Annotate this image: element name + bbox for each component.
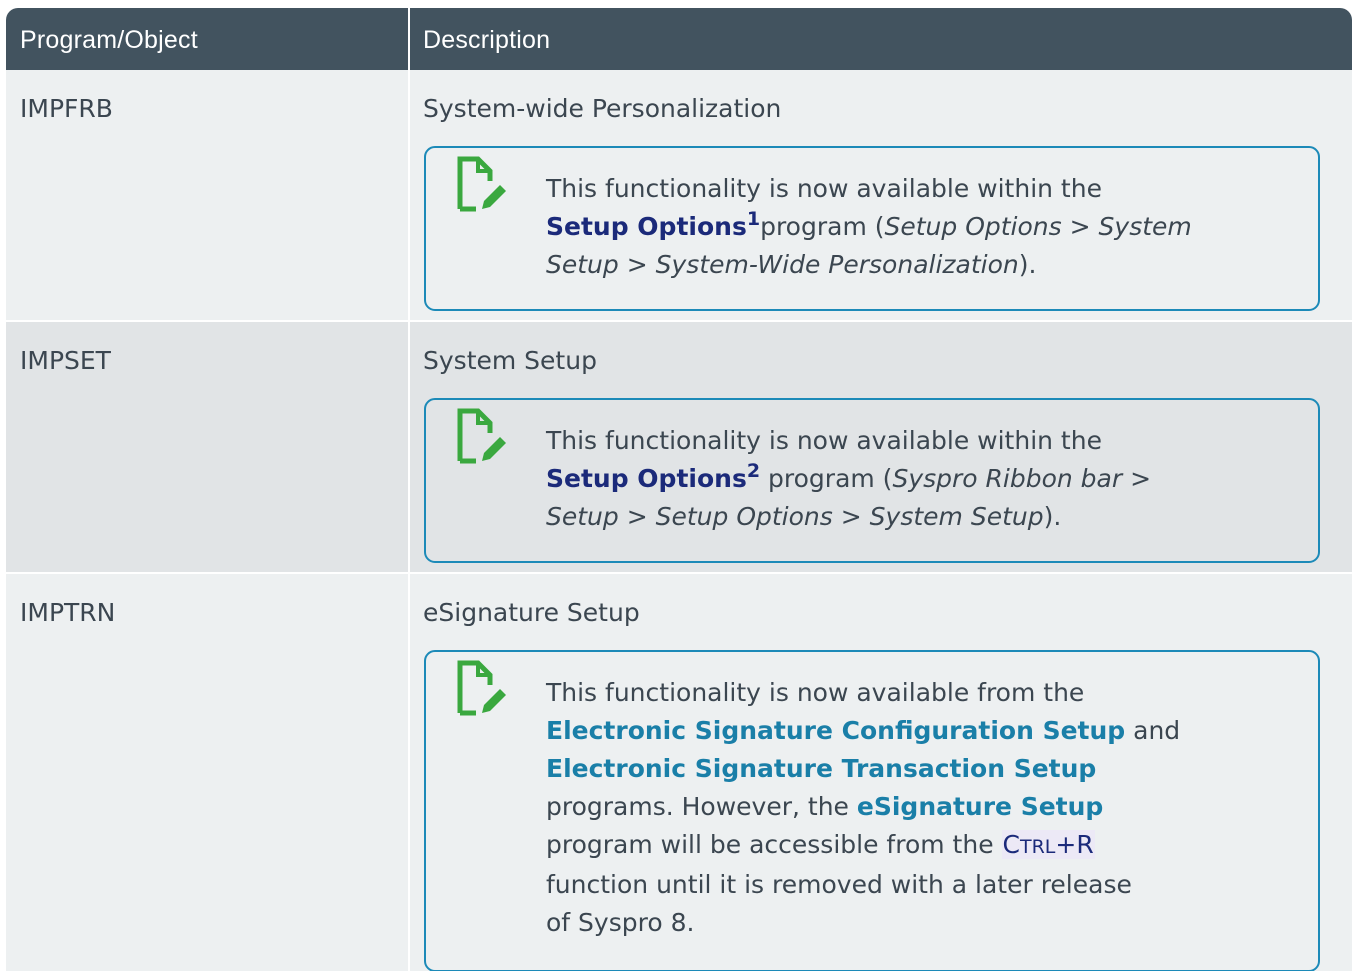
description-text: eSignature Setup — [423, 598, 640, 627]
note-box: This functionality is now available with… — [424, 398, 1320, 563]
description-cell: System-wide Personalization This functio… — [410, 70, 1352, 320]
description-cell: System Setup This functionality is now a… — [410, 322, 1352, 572]
esignature-setup-link[interactable]: eSignature Setup — [857, 792, 1103, 821]
table-header: Program/Object Description — [6, 8, 1352, 70]
header-divider — [408, 8, 410, 70]
program-cell: IMPTRN — [6, 574, 408, 971]
esig-transaction-setup-link[interactable]: Electronic Signature Transaction Setup — [546, 754, 1096, 783]
program-code: IMPFRB — [20, 94, 113, 123]
esig-config-setup-link[interactable]: Electronic Signature Configuration Setup — [546, 716, 1125, 745]
description-cell: eSignature Setup This functionality is n… — [410, 574, 1352, 971]
note-edit-icon — [457, 660, 506, 716]
setup-options-link[interactable]: Setup Options2 — [546, 462, 760, 494]
note-edit-icon — [457, 156, 506, 212]
program-cell: IMPSET — [6, 322, 408, 572]
note-text: This functionality is now available with… — [546, 426, 1152, 531]
table-row: IMPSET System Setup This functionality i… — [6, 322, 1352, 572]
program-cell: IMPFRB — [6, 70, 408, 320]
note-edit-icon — [457, 408, 506, 464]
header-program-object: Program/Object — [20, 26, 198, 54]
description-text: System-wide Personalization — [423, 94, 782, 123]
note-text: This functionality is now available with… — [546, 174, 1192, 279]
note-box: This functionality is now available from… — [424, 650, 1320, 971]
ctrl-r-shortcut: CTRL+R — [1001, 830, 1095, 859]
note-box: This functionality is now available with… — [424, 146, 1320, 311]
program-code: IMPTRN — [20, 598, 116, 627]
programs-table: Program/Object Description IMPFRB System… — [6, 8, 1352, 971]
table-row: IMPTRN eSignature Setup This functionali… — [6, 574, 1352, 971]
description-text: System Setup — [423, 346, 597, 375]
table-row: IMPFRB System-wide Personalization This … — [6, 70, 1352, 320]
header-description: Description — [423, 26, 551, 54]
setup-options-link[interactable]: Setup Options1 — [546, 210, 760, 242]
note-text: This functionality is now available from… — [546, 678, 1181, 937]
program-code: IMPSET — [20, 346, 111, 375]
